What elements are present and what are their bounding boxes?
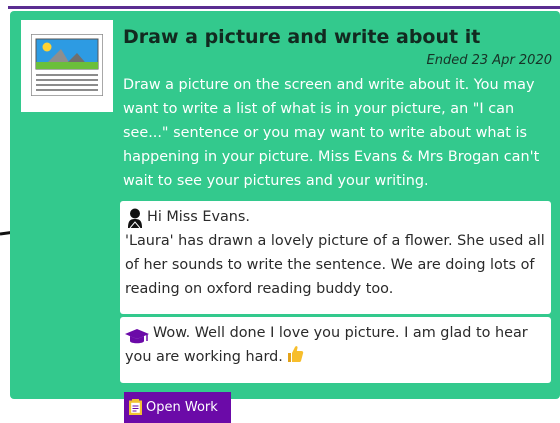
thumbs-up-icon xyxy=(287,346,304,362)
open-work-label: Open Work xyxy=(146,400,218,415)
comment-header: Hi Miss Evans. xyxy=(125,205,546,229)
comment-greeting: Hi Miss Evans. xyxy=(147,209,250,225)
open-work-button[interactable]: Open Work xyxy=(124,392,231,423)
assignment-title[interactable]: Draw a picture and write about it xyxy=(123,26,480,48)
comment-parent: Hi Miss Evans. 'Laura' has drawn a lovel… xyxy=(120,201,551,314)
comment-text-wrap xyxy=(125,325,153,344)
assignment-thumbnail[interactable] xyxy=(21,20,113,112)
comment-body: 'Laura' has drawn a lovely picture of a … xyxy=(125,233,545,297)
top-divider xyxy=(8,6,560,9)
teacher-cap-icon xyxy=(125,329,149,344)
comment-text: Wow. Well done I love you picture. I am … xyxy=(125,325,528,365)
student-icon xyxy=(128,208,142,228)
document-icon xyxy=(129,399,142,415)
picture-document-icon xyxy=(31,34,103,96)
assignment-description: Draw a picture on the screen and write a… xyxy=(123,77,540,189)
comment-teacher: Wow. Well done I love you picture. I am … xyxy=(120,317,551,383)
assignment-ended-date: Ended 23 Apr 2020 xyxy=(426,53,552,68)
